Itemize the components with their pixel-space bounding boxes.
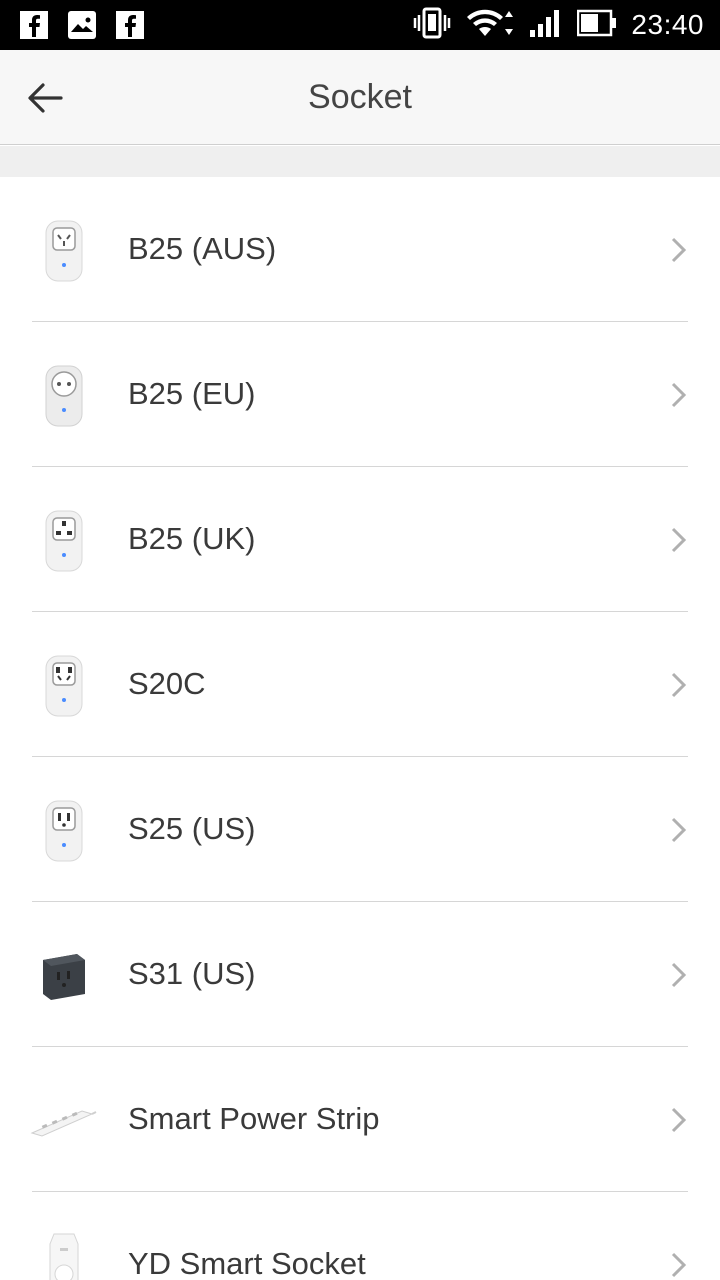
- socket-us-icon: [28, 795, 100, 867]
- power-strip-icon: [28, 1085, 100, 1157]
- facebook-icon: [116, 11, 144, 39]
- list-item-b25-uk[interactable]: B25 (UK): [0, 467, 720, 612]
- chevron-right-icon: [671, 527, 687, 553]
- socket-s31-icon: [28, 940, 100, 1012]
- status-bar: 23:40: [0, 0, 720, 50]
- list-item-label: B25 (EU): [128, 376, 256, 411]
- page-title: Socket: [308, 78, 412, 116]
- list-item-label: S31 (US): [128, 956, 256, 991]
- arrow-left-icon: [28, 83, 63, 113]
- chevron-right-icon: [671, 962, 687, 988]
- signal-icon: [529, 8, 563, 43]
- clock: 23:40: [631, 9, 704, 40]
- wifi-icon: [465, 7, 515, 44]
- socket-eu-icon: [28, 360, 100, 432]
- battery-icon: [577, 9, 617, 42]
- notification-icons: [20, 11, 144, 39]
- list-item-label: S25 (US): [128, 811, 256, 846]
- list-item-s31-us[interactable]: S31 (US): [0, 902, 720, 1047]
- socket-aus-icon: [28, 215, 100, 287]
- list-item-smart-power-strip[interactable]: Smart Power Strip: [0, 1047, 720, 1192]
- section-separator: [0, 146, 720, 177]
- gallery-icon: [68, 11, 96, 39]
- list-item-label: S20C: [128, 666, 206, 701]
- chevron-right-icon: [671, 817, 687, 843]
- list-item-label: YD Smart Socket: [128, 1246, 366, 1280]
- yd-socket-icon: [28, 1230, 100, 1280]
- chevron-right-icon: [671, 672, 687, 698]
- chevron-right-icon: [671, 1252, 687, 1278]
- list-item-b25-eu[interactable]: B25 (EU): [0, 322, 720, 467]
- vibrate-icon: [413, 7, 451, 44]
- socket-uk-icon: [28, 505, 100, 577]
- list-item-b25-aus[interactable]: B25 (AUS): [0, 177, 720, 322]
- chevron-right-icon: [671, 382, 687, 408]
- socket-s20c-icon: [28, 650, 100, 722]
- chevron-right-icon: [671, 1107, 687, 1133]
- list-item-s20c[interactable]: S20C: [0, 612, 720, 757]
- list-item-s25-us[interactable]: S25 (US): [0, 757, 720, 902]
- chevron-right-icon: [671, 237, 687, 263]
- list-item-label: Smart Power Strip: [128, 1101, 380, 1136]
- back-button[interactable]: [22, 75, 68, 121]
- list-item-label: B25 (UK): [128, 521, 256, 556]
- app-bar: Socket: [0, 50, 720, 145]
- device-list: B25 (AUS) B25 (EU) B25 (UK) S20C S25 (US…: [0, 177, 720, 1280]
- facebook-icon: [20, 11, 48, 39]
- list-item-yd-smart-socket[interactable]: YD Smart Socket: [0, 1192, 720, 1280]
- list-item-label: B25 (AUS): [128, 231, 277, 266]
